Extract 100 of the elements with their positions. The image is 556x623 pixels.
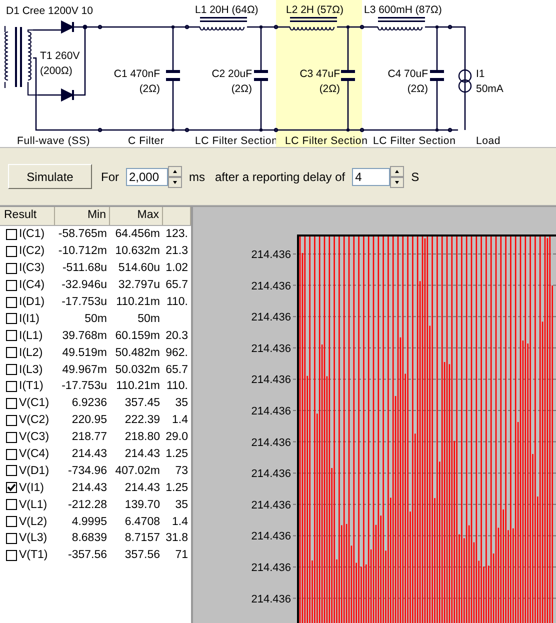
capacitor-symbol[interactable] [166,25,180,132]
component-value: (2Ω) [139,83,160,95]
table-cell-text: 49.967m [61,364,108,376]
simulate-button[interactable]: Simulate [8,164,92,189]
table-cell-text: -734.96 [66,464,108,477]
table-cell-text: -212.28 [66,498,108,511]
current-source-symbol[interactable] [458,69,472,93]
checkbox[interactable] [6,380,17,392]
table-cell-text: 407.02m [114,464,161,477]
transformer-symbol[interactable] [4,25,39,96]
checkbox[interactable] [6,296,17,308]
checkbox[interactable] [6,465,17,476]
checkbox[interactable] [6,532,17,544]
table-cell-text: 35 [174,397,189,410]
axis-label: 214.436 [251,499,291,512]
result-name: I(I1) [19,312,40,325]
inductor-symbol[interactable] [289,17,337,30]
axis-label: 214.436 [251,436,291,449]
component-label: L2 2H (57Ω) [286,4,344,16]
checkbox[interactable] [6,398,17,409]
checkbox[interactable] [6,347,17,358]
spinner-icon[interactable] [390,166,404,188]
table-cell-text: 6.4708 [124,516,161,528]
table-cell-text: 31.8 [164,532,189,544]
component-label: D1 Cree 1200V 10 [6,5,93,17]
table-cell-text: 4.9995 [70,516,108,528]
section-label[interactable]: LC Filter Section [285,135,368,147]
checkbox[interactable] [6,262,17,274]
table-cell-text: 35 [174,498,189,511]
component-value: (200Ω) [40,65,72,77]
checkbox[interactable] [6,432,17,443]
component-label: C2 20uF [212,68,252,80]
table-cell-text: 73 [174,464,189,477]
table-cell-text: 214.43 [124,448,161,460]
table-cell-text: -357.56 [66,549,108,562]
checkbox[interactable] [6,448,17,460]
inductor-symbol[interactable] [377,17,425,30]
column-header[interactable]: Result [0,207,55,225]
result-name: V(D1) [19,464,50,477]
table-cell-text: -17.753u [60,380,108,392]
capacitor-symbol[interactable] [254,25,268,132]
table-cell-text: -17.753u [60,296,108,308]
spinner-icon[interactable] [168,166,182,188]
checkbox[interactable] [6,499,17,510]
component-label: C3 47uF [300,68,340,80]
column-header[interactable]: Min [55,207,110,225]
result-name: I(T1) [19,380,44,392]
component-label: I1 [476,68,485,80]
component-label: C1 470nF [114,68,160,80]
checkbox[interactable] [6,313,17,324]
checkbox[interactable] [6,364,17,376]
checkbox[interactable] [6,482,17,494]
table-cell-text: 1.4 [171,414,189,426]
table-cell-text: -32.946u [60,279,108,292]
result-name: V(I1) [19,482,44,494]
table-cell-text: 514.60u [117,262,161,274]
inductor-symbol[interactable] [199,17,247,30]
table-cell-text: 64.456m [114,228,161,240]
section-label[interactable]: Full-wave (SS) [17,135,90,147]
table-cell-text: -10.712m [57,245,108,258]
table-cell-text: 214.43 [124,482,161,494]
table-cell-text: 218.80 [124,431,161,444]
table-cell-text: 29.0 [164,431,189,444]
table-cell-text: 214.43 [70,482,108,494]
column-header[interactable]: Max [110,207,163,225]
checkbox[interactable] [6,414,17,426]
checkbox[interactable] [6,228,17,240]
result-name: I(C4) [19,279,45,292]
table-cell-text: 1.25 [164,482,189,494]
component-value: (2Ω) [319,83,340,95]
table-cell-text: 962. [164,346,189,359]
result-name: V(T1) [19,549,48,562]
axis-label: 214.436 [251,468,291,480]
section-label[interactable]: Load [476,135,501,147]
table-cell-text: -58.765m [57,228,108,240]
result-name: V(L2) [19,516,48,528]
section-label[interactable]: LC Filter Section [373,135,456,147]
checkbox[interactable] [6,550,17,561]
axis-label: 214.436 [251,530,291,543]
result-name: I(C3) [19,262,45,274]
axis-label: 214.436 [251,342,291,355]
checkbox[interactable] [6,330,17,342]
capacitor-symbol[interactable] [341,25,355,132]
for-label: For [101,170,119,184]
checkbox[interactable] [6,246,17,257]
table-cell-text: 10.632m [114,245,161,258]
section-label[interactable]: C Filter [128,135,164,147]
table-cell-text: 110. [165,296,189,308]
table-cell-text: 222.39 [124,414,161,426]
table-cell-text: 110. [165,380,189,392]
component-value: 50mA [476,83,504,95]
checkbox[interactable] [6,280,17,291]
checkbox[interactable] [6,516,17,528]
table-cell-text: 1.02 [164,262,189,274]
delay-field[interactable]: 4 [352,168,390,186]
table-cell-text: 50.032m [114,364,161,376]
duration-field[interactable]: 2,000 [126,168,168,186]
capacitor-symbol[interactable] [430,25,444,132]
axis-label: 214.436 [251,406,291,418]
table-cell-text: 21.3 [164,245,189,258]
